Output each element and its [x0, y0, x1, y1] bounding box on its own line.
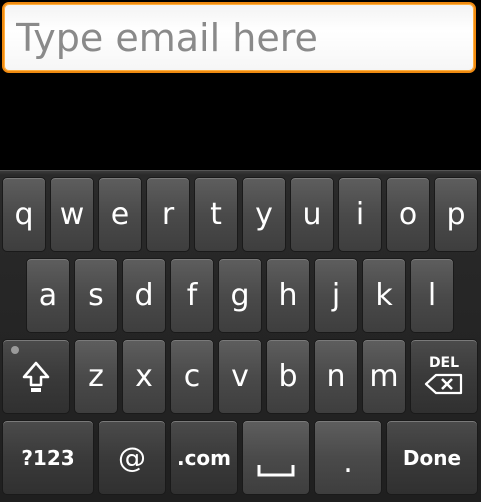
key-e[interactable]: e — [98, 177, 142, 252]
period-label: . — [343, 445, 353, 480]
key-label: s — [88, 278, 104, 313]
backspace-x-icon — [424, 373, 463, 395]
key-label: v — [231, 359, 249, 394]
key-label: b — [278, 359, 298, 394]
soft-keyboard: q w e r t y u i o p a s d f g h j k l z … — [0, 170, 481, 502]
key-u[interactable]: u — [290, 177, 334, 252]
dotcom-label: .com — [176, 445, 232, 470]
key-y[interactable]: y — [242, 177, 286, 252]
space-key[interactable] — [242, 420, 310, 495]
caps-indicator-icon — [11, 346, 19, 354]
key-g[interactable]: g — [218, 258, 262, 333]
shift-arrow-icon — [22, 361, 50, 392]
key-p[interactable]: p — [434, 177, 478, 252]
key-q[interactable]: q — [2, 177, 46, 252]
key-h[interactable]: h — [266, 258, 310, 333]
key-a[interactable]: a — [26, 258, 70, 333]
shift-key[interactable] — [2, 339, 70, 414]
key-label: i — [355, 197, 365, 232]
key-label: d — [134, 278, 154, 313]
key-label: r — [161, 197, 175, 232]
email-field-container — [2, 2, 476, 73]
symbols-key[interactable]: ?123 — [2, 420, 94, 495]
key-label: m — [369, 359, 399, 394]
done-key[interactable]: Done — [386, 420, 478, 495]
symbols-label: ?123 — [21, 445, 75, 470]
key-c[interactable]: c — [170, 339, 214, 414]
key-x[interactable]: x — [122, 339, 166, 414]
dotcom-key[interactable]: .com — [170, 420, 238, 495]
delete-key[interactable]: DEL — [410, 339, 478, 414]
key-label: x — [135, 359, 153, 394]
key-label: l — [427, 278, 437, 313]
key-o[interactable]: o — [386, 177, 430, 252]
key-label: o — [398, 197, 418, 232]
key-label: y — [255, 197, 273, 232]
at-label: @ — [118, 441, 146, 474]
key-j[interactable]: j — [314, 258, 358, 333]
key-d[interactable]: d — [122, 258, 166, 333]
at-key[interactable]: @ — [98, 420, 166, 495]
key-label: a — [38, 278, 58, 313]
key-label: h — [278, 278, 298, 313]
key-label: g — [230, 278, 250, 313]
key-l[interactable]: l — [410, 258, 454, 333]
key-v[interactable]: v — [218, 339, 262, 414]
key-label: t — [210, 197, 222, 232]
key-w[interactable]: w — [50, 177, 94, 252]
key-label: q — [14, 197, 34, 232]
space-bar-icon — [257, 464, 295, 476]
key-label: k — [375, 278, 393, 313]
done-label: Done — [402, 445, 462, 470]
key-label: z — [88, 359, 104, 394]
key-s[interactable]: s — [74, 258, 118, 333]
key-b[interactable]: b — [266, 339, 310, 414]
delete-label: DEL — [428, 355, 460, 371]
key-label: n — [326, 359, 346, 394]
key-t[interactable]: t — [194, 177, 238, 252]
email-field[interactable] — [4, 4, 474, 71]
key-label: c — [183, 359, 201, 394]
key-k[interactable]: k — [362, 258, 406, 333]
key-f[interactable]: f — [170, 258, 214, 333]
key-m[interactable]: m — [362, 339, 406, 414]
key-label: f — [186, 278, 198, 313]
key-r[interactable]: r — [146, 177, 190, 252]
key-label: j — [331, 278, 341, 313]
key-label: e — [110, 197, 130, 232]
key-n[interactable]: n — [314, 339, 358, 414]
key-label: w — [59, 197, 85, 232]
key-label: u — [302, 197, 322, 232]
period-key[interactable]: . — [314, 420, 382, 495]
key-i[interactable]: i — [338, 177, 382, 252]
key-label: p — [446, 197, 466, 232]
key-z[interactable]: z — [74, 339, 118, 414]
